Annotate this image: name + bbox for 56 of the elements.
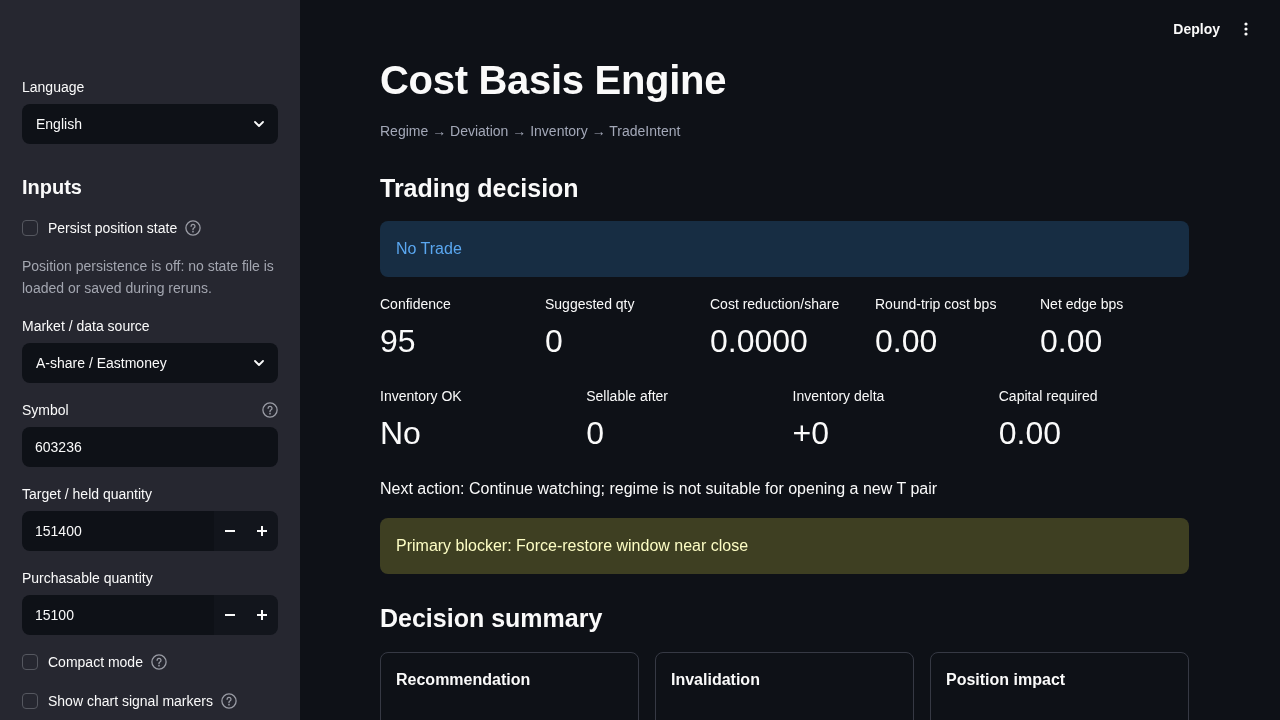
metric-label: Capital required [998,387,1099,406]
next-action-text: Next action: Continue watching; regime is not suitable for opening a new T pair [380,479,939,499]
metric-label: Round-trip cost bps [875,295,998,314]
checkbox-label: Compact mode [48,652,143,672]
minus-icon [225,614,235,616]
deploy-button[interactable]: Deploy [1163,13,1230,45]
metric-value: 0.00 [998,414,1063,453]
chevron-down-icon [254,121,264,127]
metric-value: 0.00 [1040,322,1104,361]
metric-value: 0 [545,322,564,361]
field-label: Purchasable quantity [22,569,153,588]
card-title: Position impact [946,670,1067,690]
info-alert: No Trade [380,221,1189,277]
number-field[interactable]: 151400 [22,511,214,551]
pipeline-breadcrumb: Regime → Deviation → Inventory → TradeIntent [380,122,682,141]
checkbox[interactable] [22,220,38,236]
metric-label: Inventory OK [380,387,463,406]
checkbox[interactable] [22,693,38,709]
metric-label: Inventory delta [792,387,886,406]
card-title: Invalidation [671,670,761,690]
checkbox-label: Show chart signal markers [48,691,213,711]
metric-value: 0.0000 [710,322,809,361]
checkbox[interactable] [22,654,38,670]
select-dropdown[interactable]: A-share / Eastmoney [22,343,278,383]
metric-value: 0 [586,414,606,453]
field-label: Market / data source [22,317,150,336]
checkbox-label: Persist position state [48,218,178,238]
metric-label: Cost reduction/share [710,295,841,314]
increment-button[interactable] [246,595,278,635]
metric-label: Net edge bps [1040,295,1125,314]
text-field[interactable]: 603236 [22,427,278,467]
metric-label: Confidence [380,295,452,314]
number-field[interactable]: 15100 [22,595,214,635]
plus-icon [257,610,267,620]
metric-label: Sellable after [586,387,669,406]
minus-icon [225,530,235,532]
metric-value: No [380,414,422,453]
page-title: Cost Basis Engine [380,58,728,102]
field-label: Symbol [22,401,69,420]
select-dropdown[interactable]: English [22,104,278,144]
section-heading: Trading decision [380,173,580,204]
chevron-down-icon [254,360,264,366]
section-heading: Decision summary [380,603,604,634]
card-title: Recommendation [396,670,532,690]
increment-button[interactable] [246,511,278,551]
caption-text: Position persistence is off: no state file is loaded or saved during reruns. [22,257,275,298]
warning-alert: Primary blocker: Force-restore window near close [380,518,1189,574]
metric-value: 0.00 [875,322,939,361]
metric-value: 95 [380,322,417,361]
field-label: Language [22,78,85,97]
more-menu-icon [1244,22,1248,36]
field-label: Target / held quantity [22,485,152,504]
section-heading: Inputs [22,175,83,200]
metric-label: Suggested qty [545,295,636,314]
metric-value: +0 [792,414,830,453]
plus-icon [257,526,267,536]
